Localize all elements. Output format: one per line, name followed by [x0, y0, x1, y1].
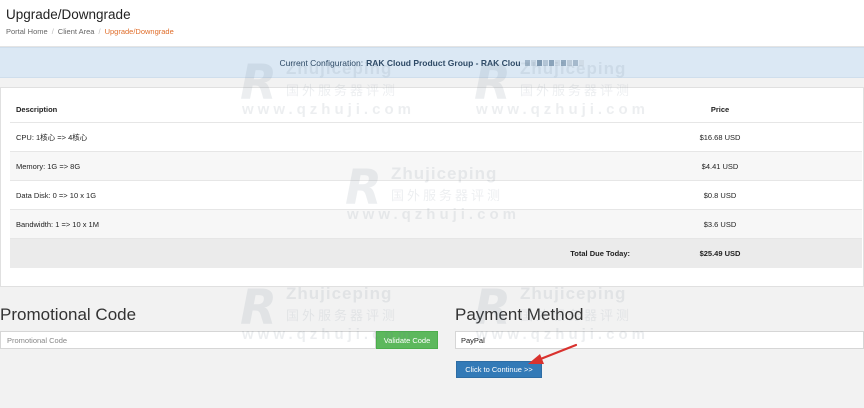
- row-description: Bandwidth: 1 => 10 x 1M: [16, 219, 99, 229]
- breadcrumb-current: Upgrade/Downgrade: [104, 27, 174, 36]
- table-row: Memory: 1G => 8G $4.41 USD: [10, 152, 862, 181]
- breadcrumb: Portal Home / Client Area / Upgrade/Down…: [6, 27, 174, 36]
- config-label: Current Configuration:: [279, 57, 364, 68]
- total-value: $25.49 USD: [699, 249, 741, 258]
- breadcrumb-portal-home[interactable]: Portal Home: [6, 27, 48, 36]
- table-row: CPU: 1核心 => 4核心 $16.68 USD: [10, 123, 862, 152]
- promotional-code-heading: Promotional Code: [0, 305, 137, 324]
- breadcrumb-separator: /: [98, 27, 101, 36]
- breadcrumb-separator: /: [51, 27, 54, 36]
- table-header-row: Description Price: [10, 96, 862, 123]
- red-arrow-annotation: [528, 343, 578, 364]
- validate-code-button[interactable]: Validate Code: [376, 331, 438, 349]
- total-row: Total Due Today: $25.49 USD: [10, 239, 862, 268]
- breadcrumb-client-area[interactable]: Client Area: [58, 27, 95, 36]
- table-row: Data Disk: 0 => 10 x 1G $0.8 USD: [10, 181, 862, 210]
- order-summary-table: Description Price CPU: 1核心 => 4核心 $16.68…: [10, 96, 862, 268]
- total-label: Total Due Today:: [570, 249, 630, 258]
- payment-method-selected: PayPal: [461, 335, 485, 345]
- payment-method-select[interactable]: PayPal: [455, 331, 864, 349]
- row-description: CPU: 1核心 => 4核心: [16, 132, 88, 142]
- row-price: $0.8 USD: [703, 190, 737, 200]
- upgrade-page: Upgrade/Downgrade Portal Home / Client A…: [0, 0, 864, 408]
- row-price: $3.6 USD: [703, 219, 737, 229]
- redacted-text: [524, 59, 585, 67]
- column-header-description: Description: [16, 104, 58, 114]
- current-configuration-bar: Current Configuration: RAK Cloud Product…: [0, 47, 864, 78]
- page-title: Upgrade/Downgrade: [6, 7, 131, 22]
- payment-method-heading: Payment Method: [455, 305, 584, 324]
- column-header-price: Price: [710, 104, 730, 114]
- row-description: Data Disk: 0 => 10 x 1G: [16, 190, 97, 200]
- row-price: $16.68 USD: [699, 132, 741, 142]
- order-summary-panel: Description Price CPU: 1核心 => 4核心 $16.68…: [0, 87, 864, 287]
- table-row: Bandwidth: 1 => 10 x 1M $3.6 USD: [10, 210, 862, 239]
- page-header: Upgrade/Downgrade Portal Home / Client A…: [0, 0, 864, 47]
- promotional-code-input[interactable]: [0, 331, 376, 349]
- config-value: RAK Cloud Product Group - RAK Clou: [366, 57, 521, 68]
- row-description: Memory: 1G => 8G: [16, 161, 81, 171]
- row-price: $4.41 USD: [701, 161, 739, 171]
